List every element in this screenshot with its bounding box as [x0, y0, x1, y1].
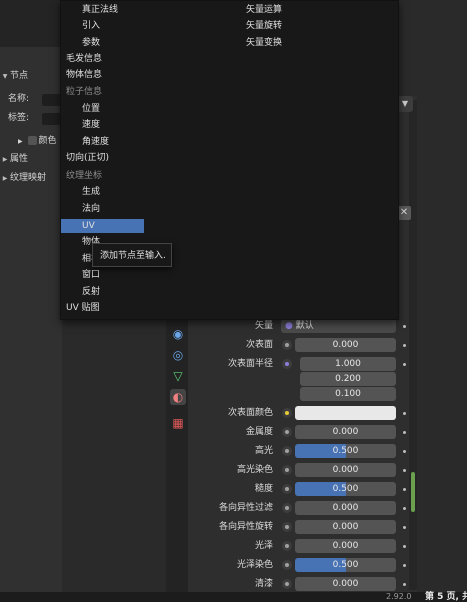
menu-section-header: 纹理坐标: [66, 171, 103, 181]
color-checkbox[interactable]: [27, 136, 37, 145]
socket-dot-icon: ●: [285, 321, 296, 331]
sidebar-panel: ▼ 节点 名称: 标签: ▶ 颜色 ▶ 属性 ▶ 纹理映射: [0, 0, 62, 602]
menu-item[interactable]: 速度: [82, 117, 100, 133]
vector-type-select[interactable]: ● 默认: [281, 319, 396, 333]
property-label: 次表面: [245, 340, 273, 350]
chevron-down-icon[interactable]: ▼: [397, 96, 413, 112]
input-socket[interactable]: [282, 503, 292, 513]
add-input-menu: [60, 0, 399, 320]
input-socket[interactable]: [282, 446, 292, 456]
menu-item[interactable]: 角速度: [82, 134, 109, 150]
input-socket[interactable]: [282, 579, 292, 589]
keyframe-dot-icon[interactable]: [403, 526, 406, 529]
page-indicator: 第 5 页, 共: [425, 592, 467, 602]
keyframe-dot-icon[interactable]: [403, 450, 406, 453]
input-socket[interactable]: [282, 340, 292, 350]
keyframe-dot-icon[interactable]: [403, 507, 406, 510]
menu-item[interactable]: 矢量旋转: [246, 18, 282, 34]
menu-item[interactable]: 真正法线: [82, 2, 118, 18]
input-socket[interactable]: [282, 484, 292, 494]
menu-item[interactable]: 位置: [82, 101, 100, 117]
vector-component-field[interactable]: 0.100: [300, 387, 396, 401]
menu-item[interactable]: 引入: [82, 18, 100, 34]
keyframe-dot-icon[interactable]: [403, 344, 406, 347]
property-label: 次表面半径: [227, 359, 273, 369]
property-label: 各向异性过滤: [218, 503, 273, 513]
keyframe-dot-icon[interactable]: [403, 564, 406, 567]
menu-item[interactable]: 窗口: [82, 267, 100, 283]
menu-section-header: 粒子信息: [66, 87, 103, 97]
number-field[interactable]: 0.000: [295, 501, 396, 515]
menu-tooltip: 添加节点至输入.: [92, 243, 172, 267]
number-field[interactable]: 0.500: [295, 444, 396, 458]
node-panel-header[interactable]: ▼ 节点: [0, 68, 62, 85]
keyframe-dot-icon[interactable]: [403, 488, 406, 491]
property-label: 高光: [254, 446, 273, 456]
version-label: 2.92.0: [386, 592, 412, 601]
keyframe-dot-icon[interactable]: [403, 545, 406, 548]
number-field[interactable]: 0.000: [295, 577, 396, 591]
menu-item[interactable]: 生成: [82, 184, 100, 200]
name-field[interactable]: [42, 94, 62, 106]
input-socket[interactable]: [282, 560, 292, 570]
number-field[interactable]: 0.000: [295, 520, 396, 534]
expand-triangle-icon: ▶: [2, 175, 8, 182]
property-label: 各向异性旋转: [218, 522, 273, 532]
keyframe-dot-icon[interactable]: [403, 583, 406, 586]
input-socket[interactable]: [282, 465, 292, 475]
menu-item[interactable]: 矢量变换: [246, 35, 282, 51]
properties-panel-header[interactable]: ▶ 属性: [0, 151, 62, 168]
menu-item[interactable]: UV 贴图: [66, 300, 100, 316]
vector-component-field[interactable]: 0.200: [300, 372, 396, 386]
color-swatch[interactable]: [295, 406, 396, 420]
vector-component-field[interactable]: 1.000: [300, 357, 396, 371]
scrollbar-track[interactable]: [409, 100, 417, 590]
menu-item[interactable]: 物体信息: [66, 67, 102, 83]
keyframe-dot-icon[interactable]: [403, 412, 406, 415]
tag-field[interactable]: [42, 113, 62, 125]
sidebar-header-area: [0, 0, 62, 47]
input-socket[interactable]: [282, 427, 292, 437]
property-label: 清漆: [254, 579, 273, 589]
property-label: 金属度: [245, 427, 273, 437]
keyframe-dot-icon[interactable]: [403, 431, 406, 434]
scrollbar-thumb[interactable]: [411, 472, 415, 512]
keyframe-dot-icon[interactable]: [403, 363, 406, 366]
menu-item[interactable]: 法向: [82, 201, 100, 217]
property-label: 高光染色: [236, 465, 273, 475]
number-field[interactable]: 0.000: [295, 425, 396, 439]
menu-highlight: [61, 219, 144, 233]
menu-item[interactable]: 矢量运算: [246, 2, 282, 18]
keyframe-dot-icon[interactable]: [403, 469, 406, 472]
expand-triangle-icon: ▶: [18, 138, 23, 145]
number-field[interactable]: 0.500: [295, 558, 396, 572]
material-icon[interactable]: ◐: [170, 389, 186, 405]
texture-mapping-panel-header[interactable]: ▶ 纹理映射: [0, 170, 62, 187]
number-field[interactable]: 0.000: [295, 539, 396, 553]
input-socket[interactable]: [282, 359, 292, 369]
input-socket[interactable]: [282, 541, 292, 551]
number-field[interactable]: 0.500: [295, 482, 396, 496]
menu-item[interactable]: 毛发信息: [66, 51, 102, 67]
input-socket[interactable]: [282, 408, 292, 418]
menu-item[interactable]: UV: [82, 218, 95, 234]
expand-triangle-icon: ▶: [2, 156, 8, 163]
number-field[interactable]: 0.000: [295, 338, 396, 352]
property-label: 糙度: [254, 484, 273, 494]
property-label: 光泽染色: [236, 560, 273, 570]
property-label: 次表面颜色: [227, 408, 273, 418]
close-icon[interactable]: ✕: [397, 206, 411, 220]
collapse-triangle-icon: ▼: [2, 73, 8, 80]
number-field[interactable]: 0.000: [295, 463, 396, 477]
property-label: 矢量: [254, 321, 273, 331]
keyframe-dot-icon[interactable]: [403, 325, 406, 328]
menu-item[interactable]: 切向(正切): [66, 150, 109, 166]
input-socket[interactable]: [282, 522, 292, 532]
property-label: 光泽: [254, 541, 273, 551]
menu-item[interactable]: 参数: [82, 35, 100, 51]
menu-item[interactable]: 反射: [82, 284, 100, 300]
